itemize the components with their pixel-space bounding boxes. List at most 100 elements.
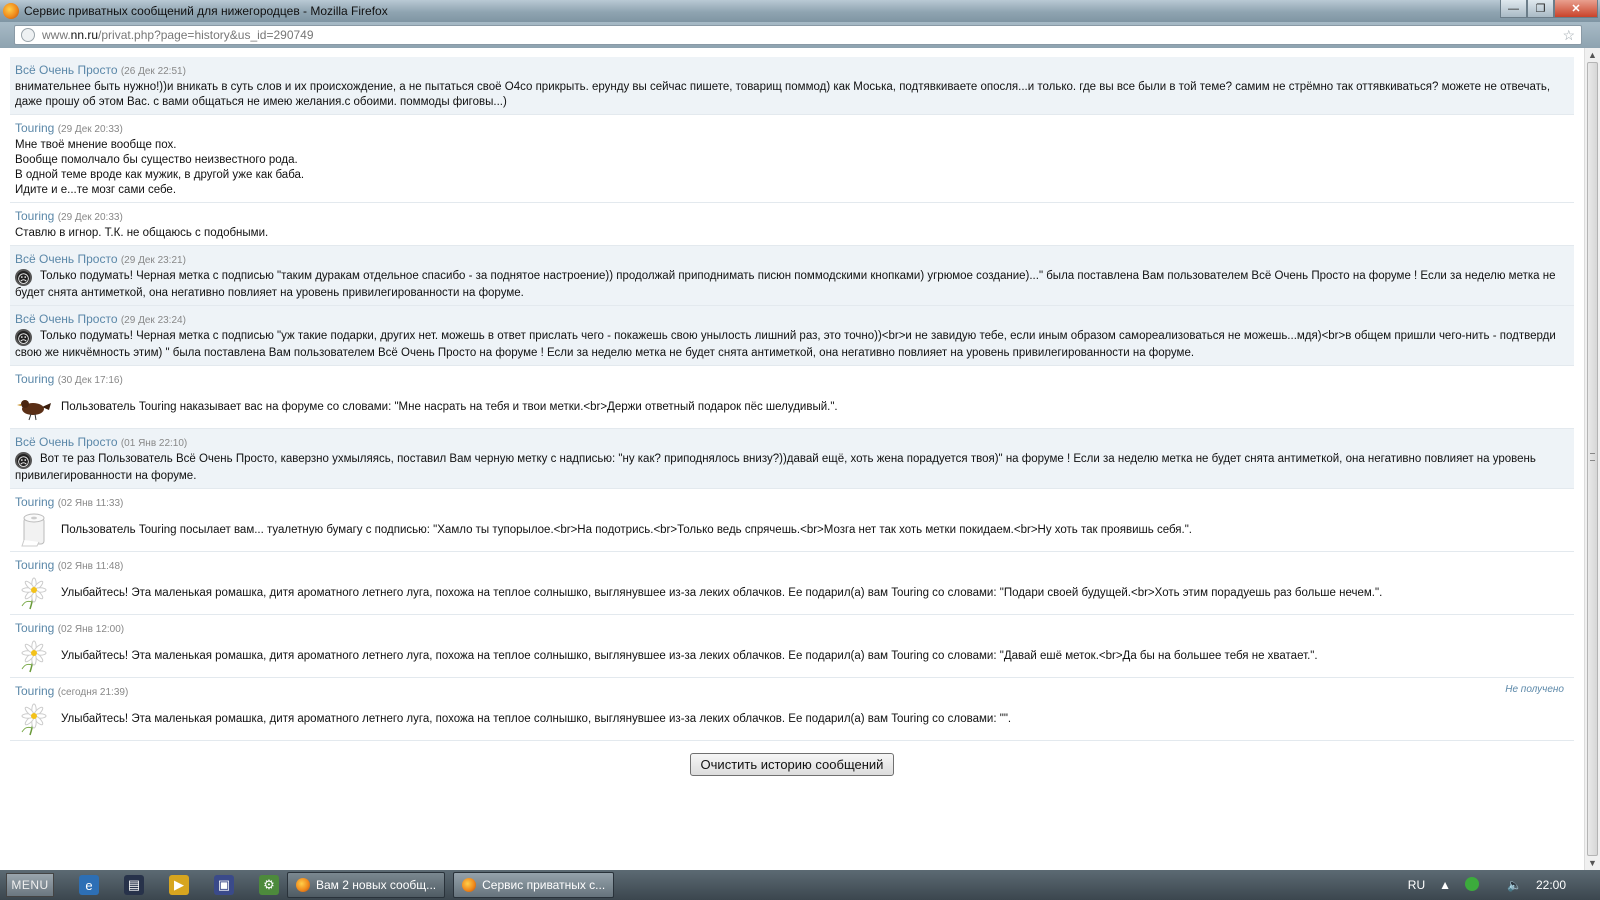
message-item: Всё Очень Просто (01 Янв 22:10) ☹ Вот те р…: [10, 429, 1574, 489]
system-tray: RU ▲ 🔈 22:00: [1408, 870, 1600, 900]
message-date: (26 Дек 22:51): [120, 66, 186, 77]
scroll-up-icon[interactable]: ▲: [1588, 50, 1597, 60]
window-title: Сервис приватных сообщений для нижегород…: [24, 4, 388, 18]
message-date: (29 Дек 23:21): [120, 255, 186, 266]
minimize-button[interactable]: —: [1500, 0, 1527, 18]
gift-row: Пользователь Touring посылает вам... туа…: [15, 513, 1569, 547]
message-text: Улыбайтесь! Эта маленькая ромашка, дитя …: [61, 650, 1318, 662]
firefox-icon: [296, 878, 310, 892]
message-item: Touring (30 Дек 17:16) Пользователь Touri…: [10, 366, 1574, 429]
message-date: (сегодня 21:39): [57, 687, 129, 698]
message-body: ☹ Вот те раз Пользователь Всё Очень Прост…: [15, 452, 1569, 484]
message-author-link[interactable]: Touring: [15, 372, 54, 386]
message-author-link[interactable]: Всё Очень Просто: [15, 312, 118, 326]
message-line: Мне твоё мнение вообще пох.: [15, 139, 177, 151]
message-date: (29 Дек 20:33): [57, 124, 123, 135]
message-author-link[interactable]: Всё Очень Просто: [15, 435, 118, 449]
message-author-link[interactable]: Touring: [15, 558, 54, 572]
message-text: Пользователь Touring наказывает вас на ф…: [61, 401, 838, 413]
message-body: внимательнее быть нужно!))и вникать в су…: [15, 80, 1569, 110]
bird-gift-icon: [15, 390, 53, 424]
address-bar[interactable]: www.nn.ru/privat.php?page=history&us_id=…: [14, 25, 1582, 45]
message-author-link[interactable]: Touring: [15, 684, 54, 698]
message-text: Только подумать! Черная метка с подписью…: [15, 270, 1556, 299]
clock[interactable]: 22:00: [1536, 878, 1566, 892]
scroll-down-icon[interactable]: ▼: [1588, 858, 1597, 868]
message-item: Touring (сегодня 21:39) Не получено Улыбай…: [10, 678, 1574, 741]
message-text: Улыбайтесь! Эта маленькая ромашка, дитя …: [61, 713, 1012, 725]
scroll-thumb[interactable]: [1587, 62, 1598, 856]
message-author-link[interactable]: Всё Очень Просто: [15, 63, 118, 77]
message-item: Touring (02 Янв 11:33) Пользователь Touri…: [10, 489, 1574, 552]
message-text: Улыбайтесь! Эта маленькая ромашка, дитя …: [61, 587, 1383, 599]
gift-row: Улыбайтесь! Эта маленькая ромашка, дитя …: [15, 639, 1569, 673]
message-date: (29 Дек 23:24): [120, 315, 186, 326]
message-date: (02 Янв 11:48): [57, 561, 124, 572]
message-body: ☹ Только подумать! Черная метка с подпись…: [15, 269, 1569, 301]
message-author-link[interactable]: Всё Очень Просто: [15, 252, 118, 266]
message-item: Всё Очень Просто (29 Дек 23:24) ☹ Только п…: [10, 306, 1574, 366]
daisy-icon: [15, 576, 53, 610]
black-mark-icon: ☹: [15, 452, 32, 469]
message-item: Touring (29 Дек 20:33) Мне твоё мнение во…: [10, 115, 1574, 203]
taskbar-item-service[interactable]: Сервис приватных с...: [453, 872, 615, 898]
bookmark-star-icon[interactable]: ☆: [1562, 27, 1575, 44]
start-menu-button[interactable]: MENU: [6, 873, 54, 897]
message-date: (02 Янв 12:00): [57, 624, 125, 635]
window-controls: — ❐ ✕: [1500, 0, 1598, 18]
message-author-link[interactable]: Touring: [15, 621, 54, 635]
message-body: Ставлю в игнор. Т.К. не общаюсь с подобн…: [15, 226, 1569, 241]
black-mark-icon: ☹: [15, 329, 32, 346]
message-author-link[interactable]: Touring: [15, 121, 54, 135]
page-content: Всё Очень Просто (26 Дек 22:51) вниматель…: [0, 48, 1584, 870]
black-mark-icon: ☹: [15, 269, 32, 286]
message-date: (29 Дек 20:33): [57, 212, 123, 223]
message-line: внимательнее быть нужно!))и вникать в су…: [15, 81, 1551, 108]
gift-row: Улыбайтесь! Эта маленькая ромашка, дитя …: [15, 576, 1569, 610]
message-line: Идите и е...те мозг сами себе.: [15, 184, 177, 196]
gift-row: Пользователь Touring наказывает вас на ф…: [15, 390, 1569, 424]
media-player-icon[interactable]: ▶: [169, 875, 189, 895]
navigation-bar: www.nn.ru/privat.php?page=history&us_id=…: [0, 22, 1600, 48]
message-item: Всё Очень Просто (26 Дек 22:51) вниматель…: [10, 57, 1574, 115]
message-line: Вообще помолчало бы существо неизвестног…: [15, 154, 298, 166]
clear-history-button[interactable]: Очистить историю сообщений: [689, 753, 895, 776]
network-icon[interactable]: ⚙: [259, 875, 279, 895]
message-item: Всё Очень Просто (29 Дек 23:21) ☹ Только п…: [10, 246, 1574, 306]
message-author-link[interactable]: Touring: [15, 495, 54, 509]
title-bar: Сервис приватных сообщений для нижегород…: [0, 0, 1600, 22]
tray-expand-icon[interactable]: ▲: [1439, 878, 1451, 892]
grip-icon: [1590, 453, 1595, 461]
message-item: Touring (02 Янв 12:00) Улыбайтесь! Эта ма…: [10, 615, 1574, 678]
message-author-link[interactable]: Touring: [15, 209, 54, 223]
ie-icon[interactable]: e: [79, 875, 99, 895]
volume-icon[interactable]: 🔈: [1507, 878, 1522, 892]
gift-row: Улыбайтесь! Эта маленькая ромашка, дитя …: [15, 702, 1569, 736]
message-line: Ставлю в игнор. Т.К. не общаюсь с подобн…: [15, 227, 269, 239]
firefox-icon: [462, 878, 477, 892]
toilet-paper-icon: [15, 513, 53, 547]
globe-icon: [21, 28, 35, 42]
maximize-button[interactable]: ❐: [1527, 0, 1554, 18]
explorer-icon[interactable]: ▤: [124, 875, 144, 895]
vertical-scrollbar[interactable]: ▲ ▼: [1584, 48, 1600, 870]
message-history: Всё Очень Просто (26 Дек 22:51) вниматель…: [10, 57, 1574, 741]
antivirus-icon[interactable]: [1465, 876, 1493, 894]
message-date: (30 Дек 17:16): [57, 375, 123, 386]
language-indicator[interactable]: RU: [1408, 878, 1425, 892]
delivery-status: Не получено: [1505, 684, 1564, 695]
close-button[interactable]: ✕: [1554, 0, 1598, 18]
daisy-icon: [15, 702, 53, 736]
message-item: Touring (29 Дек 20:33) Ставлю в игнор. Т.…: [10, 203, 1574, 246]
message-text: Только подумать! Черная метка с подписью…: [15, 330, 1556, 359]
firefox-icon: [3, 3, 19, 19]
message-text: Вот те раз Пользователь Всё Очень Просто…: [15, 453, 1536, 482]
message-item: Touring (02 Янв 11:48) Улыбайтесь! Эта ма…: [10, 552, 1574, 615]
daisy-icon: [15, 639, 53, 673]
taskbar-item-messages[interactable]: Вам 2 новых сообщ...: [287, 872, 446, 898]
url-text[interactable]: www.nn.ru/privat.php?page=history&us_id=…: [42, 28, 314, 42]
taskbar: MENU e ▤ ▶ ▣ ⚙ Вам 2 новых сообщ... Серв…: [0, 870, 1600, 900]
message-text: Пользователь Touring посылает вам... туа…: [61, 524, 1192, 536]
message-body: ☹ Только подумать! Черная метка с подпись…: [15, 329, 1569, 361]
save-icon[interactable]: ▣: [214, 875, 234, 895]
